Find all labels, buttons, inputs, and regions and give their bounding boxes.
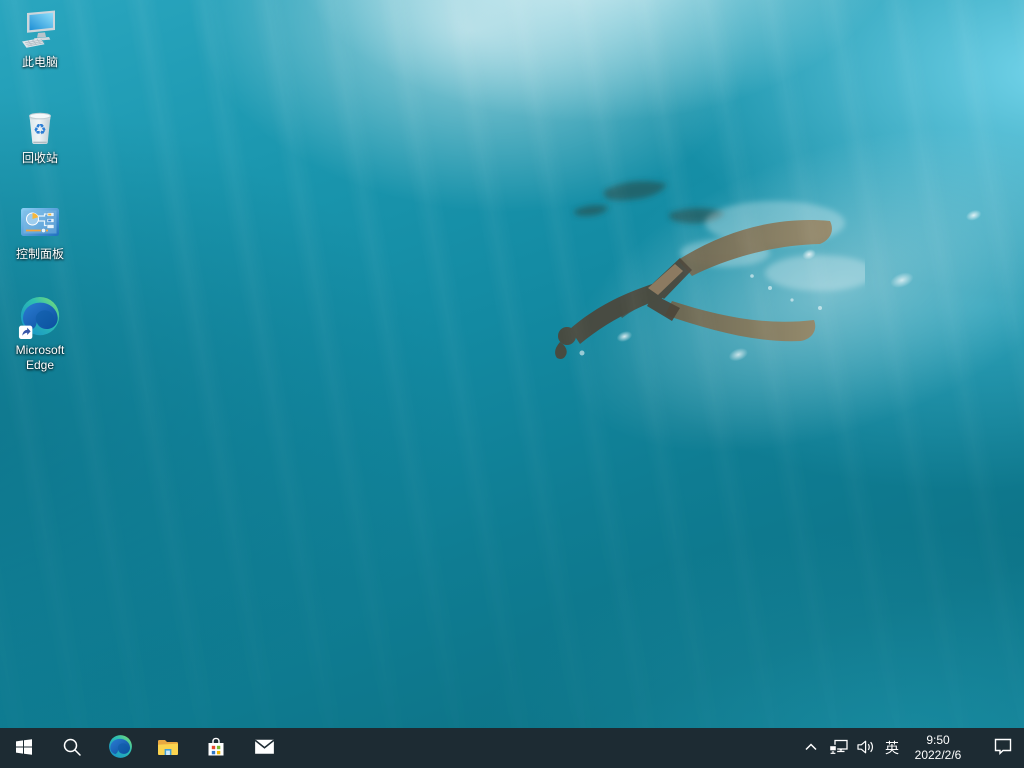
start-button[interactable] <box>0 728 48 768</box>
tray-language-button[interactable]: 英 <box>878 728 906 768</box>
recycle-bin-icon: ♻ <box>18 104 62 148</box>
water-sparkles <box>523 63 1024 518</box>
speaker-icon <box>856 739 875 758</box>
svg-text:♻: ♻ <box>33 121 46 139</box>
tray-clock-button[interactable]: 9:50 2022/2/6 <box>906 728 970 768</box>
edge-logo-icon <box>18 296 62 340</box>
control-panel-icon <box>18 200 62 244</box>
tray-hidden-icons-button[interactable] <box>798 728 824 768</box>
clock-time: 9:50 <box>926 733 949 748</box>
desktop-icon-control-panel[interactable]: 控制面板 <box>1 200 79 262</box>
network-ethernet-icon <box>828 738 849 758</box>
tray-volume-button[interactable] <box>852 728 878 768</box>
search-icon <box>62 737 82 760</box>
notification-bubble-icon <box>993 737 1013 759</box>
system-tray: 英 9:50 2022/2/6 <box>798 728 1024 768</box>
taskbar-mail-button[interactable] <box>240 728 288 768</box>
edge-logo-icon <box>108 734 133 762</box>
chevron-up-icon <box>803 739 819 758</box>
store-bag-icon <box>204 735 228 762</box>
taskbar-file-explorer-button[interactable] <box>144 728 192 768</box>
windows-desktop: 此电脑 ♻ 回收站 <box>0 0 1024 768</box>
taskbar-edge-button[interactable] <box>96 728 144 768</box>
taskbar-store-button[interactable] <box>192 728 240 768</box>
sunlight-glow <box>168 0 773 247</box>
search-button[interactable] <box>48 728 96 768</box>
clock-date: 2022/2/6 <box>915 748 962 763</box>
desktop-wallpaper <box>0 0 1024 728</box>
this-pc-icon <box>18 8 62 52</box>
freediver-illustration <box>520 158 865 398</box>
desktop-icon-label: 回收站 <box>22 151 58 166</box>
windows-logo-icon <box>15 738 33 759</box>
taskbar: 英 9:50 2022/2/6 <box>0 728 1024 768</box>
desktop-icon-label: 此电脑 <box>22 55 58 70</box>
desktop-icon-this-pc[interactable]: 此电脑 <box>1 8 79 70</box>
action-center-button[interactable] <box>982 728 1024 768</box>
desktop-icon-label: Microsoft Edge <box>2 343 78 373</box>
desktop-icon-label: 控制面板 <box>16 247 64 262</box>
desktop-icon-recycle-bin[interactable]: ♻ 回收站 <box>1 104 79 166</box>
tray-network-button[interactable] <box>824 728 852 768</box>
desktop-icon-microsoft-edge[interactable]: Microsoft Edge <box>1 296 79 373</box>
envelope-icon <box>252 734 277 762</box>
folder-icon <box>156 735 180 762</box>
